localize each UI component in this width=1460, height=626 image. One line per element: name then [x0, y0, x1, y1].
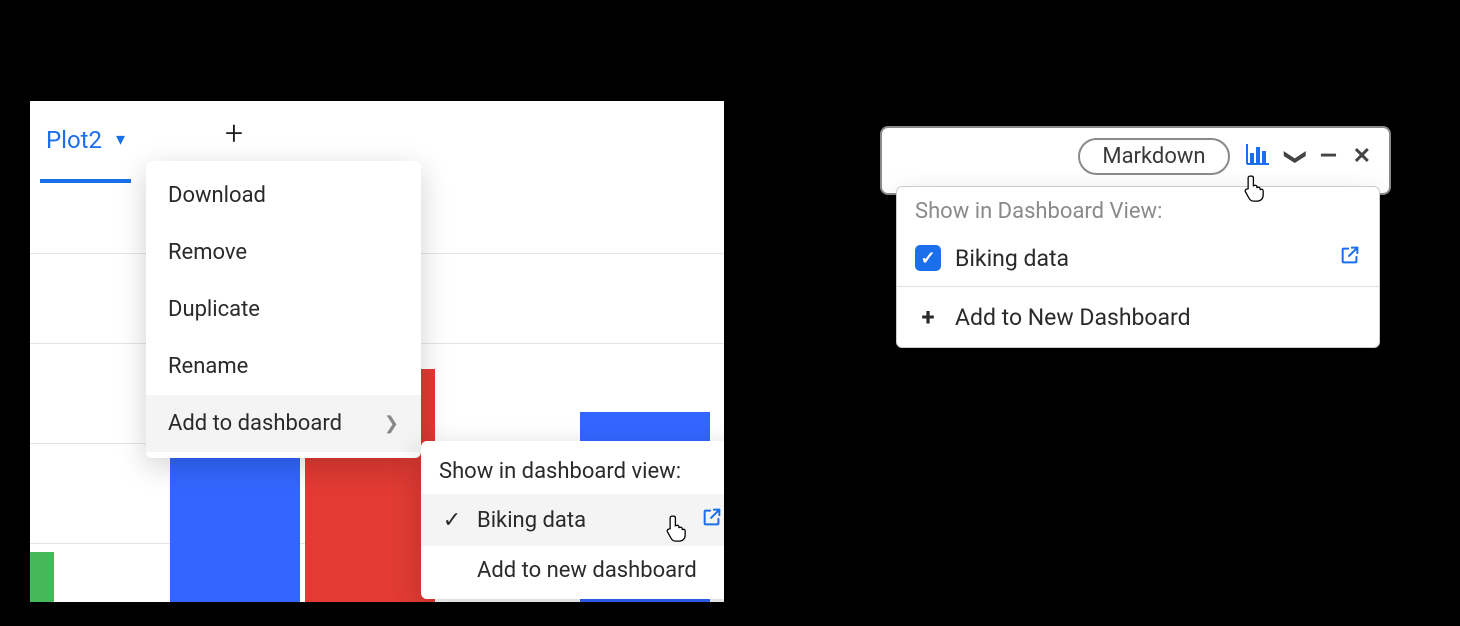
submenu-header: Show in dashboard view: — [421, 445, 724, 494]
menu-item-remove[interactable]: Remove — [146, 224, 421, 281]
close-icon[interactable]: ✕ — [1353, 146, 1371, 168]
submenu-item-label: Add to new dashboard — [477, 558, 697, 583]
menu-item-label: Biking data — [955, 245, 1069, 272]
menu-item-duplicate[interactable]: Duplicate — [146, 281, 421, 338]
add-to-dashboard-submenu: Show in dashboard view: ✓ Biking data Ad… — [421, 441, 724, 599]
chevron-down-icon[interactable]: ❯ — [1284, 147, 1306, 165]
menu-item-rename[interactable]: Rename — [146, 338, 421, 395]
menu-item-label: Add to New Dashboard — [955, 304, 1191, 331]
submenu-item-label: Biking data — [477, 508, 586, 533]
menu-item-add-new-dashboard[interactable]: + Add to New Dashboard — [897, 286, 1379, 347]
menu-item-biking-data[interactable]: ✓ Biking data — [897, 234, 1379, 286]
menu-item-label: Rename — [168, 354, 248, 379]
tab-plot2[interactable]: Plot2 ▾ — [40, 101, 131, 183]
checkbox-checked-icon[interactable]: ✓ — [915, 245, 941, 271]
chart-bar — [170, 447, 300, 602]
plot-panel: Plot2 ▾ + Download Remove Duplicate Rena… — [30, 101, 724, 602]
check-icon: ✓ — [439, 508, 465, 533]
menu-item-download[interactable]: Download — [146, 167, 421, 224]
cell-panel: Markdown ❯ — ✕ Show in Dashboard View: ✓… — [880, 126, 1391, 195]
menu-item-label: Duplicate — [168, 297, 260, 322]
chart-bar — [30, 552, 54, 602]
menu-item-label: Add to dashboard — [168, 411, 342, 436]
menu-item-label: Download — [168, 183, 266, 208]
cell-type-pill[interactable]: Markdown — [1078, 138, 1229, 175]
add-tab-button[interactable]: + — [225, 117, 243, 149]
plus-icon: + — [915, 303, 941, 331]
minimize-icon[interactable]: — — [1320, 146, 1337, 168]
chevron-right-icon: ❯ — [384, 413, 399, 434]
menu-item-add-to-dashboard[interactable]: Add to dashboard ❯ — [146, 395, 421, 452]
tab-context-menu: Download Remove Duplicate Rename Add to … — [146, 161, 421, 458]
menu-item-label: Remove — [168, 240, 247, 265]
cell-toolbar: Markdown ❯ — ✕ — [882, 128, 1389, 185]
external-link-icon[interactable] — [1339, 244, 1361, 272]
submenu-item-biking-data[interactable]: ✓ Biking data — [421, 494, 724, 546]
chevron-down-icon[interactable]: ▾ — [116, 131, 125, 149]
tab-label: Plot2 — [46, 128, 102, 152]
dashboard-view-menu: Show in Dashboard View: ✓ Biking data + … — [896, 186, 1380, 348]
menu-header: Show in Dashboard View: — [897, 187, 1379, 234]
dashboard-view-icon[interactable] — [1246, 143, 1270, 170]
external-link-icon[interactable] — [701, 506, 723, 534]
submenu-item-add-new-dashboard[interactable]: Add to new dashboard — [421, 546, 724, 595]
